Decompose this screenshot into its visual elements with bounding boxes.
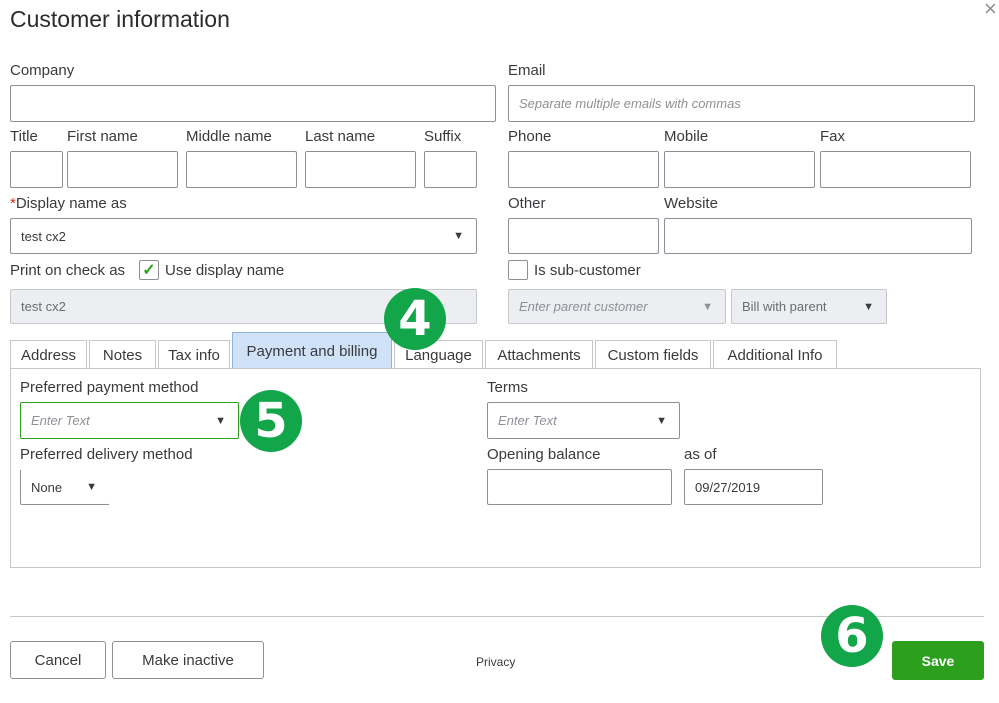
parent-customer-placeholder: Enter parent customer [519, 299, 648, 314]
company-input[interactable] [10, 85, 496, 122]
title-input[interactable] [10, 151, 63, 188]
checkmark-icon: ✓ [142, 262, 156, 279]
print-on-check-value: test cx2 [21, 299, 66, 314]
chevron-down-icon: ▼ [215, 414, 226, 427]
display-name-label-row: *Display name as [10, 195, 127, 212]
tab-additional-info[interactable]: Additional Info [713, 340, 837, 369]
display-name-value: test cx2 [21, 228, 66, 244]
tab-address[interactable]: Address [10, 340, 87, 369]
last-name-label: Last name [305, 128, 376, 145]
terms-placeholder: Enter Text [498, 413, 557, 428]
close-icon[interactable]: × [984, 0, 997, 22]
fax-label: Fax [820, 128, 846, 145]
suffix-label: Suffix [424, 128, 462, 145]
tab-tax-info[interactable]: Tax info [158, 340, 230, 369]
preferred-delivery-label: Preferred delivery method [20, 446, 193, 463]
other-input[interactable] [508, 218, 659, 254]
dialog-title: Customer information [10, 6, 230, 32]
is-sub-customer-checkbox[interactable] [508, 260, 528, 280]
chevron-down-icon: ▼ [656, 414, 667, 427]
middle-name-input[interactable] [186, 151, 297, 188]
opening-balance-label: Opening balance [487, 446, 601, 463]
use-display-name-checkbox[interactable]: ✓ [139, 260, 159, 280]
fax-input[interactable] [820, 151, 971, 188]
tab-panel [10, 368, 981, 568]
phone-input[interactable] [508, 151, 659, 188]
opening-balance-input[interactable] [487, 469, 672, 505]
step-6-badge: 6 [821, 605, 883, 667]
last-name-input[interactable] [305, 151, 416, 188]
email-placeholder: Separate multiple emails with commas [519, 96, 741, 111]
chevron-down-icon: ▼ [863, 300, 874, 313]
tab-attachments[interactable]: Attachments [485, 340, 593, 369]
company-label: Company [10, 62, 75, 79]
tab-payment-and-billing[interactable]: Payment and billing [232, 332, 392, 369]
terms-label: Terms [487, 379, 528, 396]
mobile-label: Mobile [664, 128, 709, 145]
display-name-select[interactable]: test cx2 ▼ [10, 218, 477, 254]
is-sub-customer-label: Is sub-customer [534, 262, 641, 279]
step-4-badge: 4 [384, 288, 446, 350]
chevron-down-icon: ▼ [702, 300, 713, 313]
suffix-input[interactable] [424, 151, 477, 188]
bill-with-parent-value: Bill with parent [742, 299, 827, 314]
display-name-label: Display name as [15, 195, 127, 212]
first-name-label: First name [67, 128, 138, 145]
website-input[interactable] [664, 218, 972, 254]
chevron-down-icon: ▼ [86, 481, 97, 493]
phone-label: Phone [508, 128, 552, 145]
tab-notes[interactable]: Notes [89, 340, 156, 369]
cancel-button[interactable]: Cancel [10, 641, 106, 679]
make-inactive-button[interactable]: Make inactive [112, 641, 264, 679]
email-input[interactable]: Separate multiple emails with commas [508, 85, 975, 122]
tab-custom-fields[interactable]: Custom fields [595, 340, 711, 369]
other-label: Other [508, 195, 546, 212]
privacy-link[interactable]: Privacy [476, 655, 515, 669]
preferred-payment-placeholder: Enter Text [31, 413, 90, 428]
terms-select[interactable]: Enter Text ▼ [487, 402, 680, 439]
preferred-payment-label: Preferred payment method [20, 379, 199, 396]
email-label: Email [508, 62, 546, 79]
as-of-date-value: 09/27/2019 [695, 479, 761, 495]
save-button[interactable]: Save [892, 641, 984, 680]
preferred-payment-select[interactable]: Enter Text ▼ [20, 402, 239, 439]
print-on-check-label: Print on check as [10, 262, 126, 279]
chevron-down-icon: ▼ [453, 230, 464, 242]
website-label: Website [664, 195, 718, 212]
as-of-date-input[interactable]: 09/27/2019 [684, 469, 823, 505]
step-5-badge: 5 [240, 390, 302, 452]
middle-name-label: Middle name [186, 128, 272, 145]
mobile-input[interactable] [664, 151, 815, 188]
bill-with-parent-select[interactable]: Bill with parent ▼ [731, 289, 887, 324]
use-display-name-label: Use display name [165, 262, 285, 279]
first-name-input[interactable] [67, 151, 178, 188]
title-label: Title [10, 128, 38, 145]
preferred-delivery-select[interactable]: None ▼ [20, 469, 110, 505]
as-of-label: as of [684, 446, 717, 463]
parent-customer-select[interactable]: Enter parent customer ▼ [508, 289, 726, 324]
preferred-delivery-value: None [31, 479, 63, 495]
